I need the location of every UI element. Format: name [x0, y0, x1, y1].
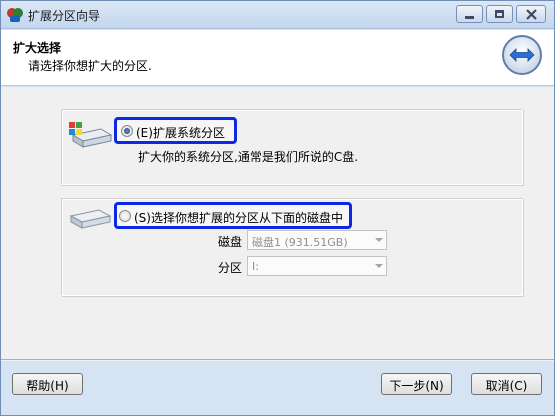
- extend-system-description: 扩大你的系统分区,通常是我们所说的C盘.: [138, 150, 359, 164]
- next-button[interactable]: 下一步(N): [381, 373, 452, 395]
- window-title: 扩展分区向导: [28, 9, 101, 23]
- title-bar: 扩展分区向导: [1, 1, 554, 29]
- disk-icon: [69, 209, 112, 229]
- partition-select[interactable]: I:: [247, 256, 387, 276]
- partition-select-value: I:: [252, 260, 259, 273]
- minimize-button[interactable]: [456, 5, 483, 23]
- page-title: 扩大选择: [13, 41, 62, 55]
- minimize-icon: [465, 16, 474, 19]
- footer-divider: [1, 359, 554, 361]
- system-disk-icon: [69, 122, 113, 148]
- select-partition-label[interactable]: (S)选择你想扩展的分区从下面的磁盘中: [134, 209, 343, 226]
- help-button[interactable]: 帮助(H): [12, 373, 83, 395]
- disk-select-value: 磁盘1 (931.51GB): [252, 236, 348, 249]
- disk-field-label: 磁盘: [218, 235, 243, 249]
- app-icon: [7, 8, 23, 22]
- extend-system-radio[interactable]: [121, 125, 133, 137]
- maximize-button[interactable]: [486, 5, 513, 23]
- close-button[interactable]: [516, 5, 546, 23]
- wizard-content: (E)扩展系统分区 扩大你的系统分区,通常是我们所说的C盘. (S)选择你想扩展…: [1, 87, 554, 359]
- close-icon: [525, 8, 537, 20]
- page-subtitle: 请选择你想扩大的分区.: [28, 59, 152, 73]
- chevron-down-icon: [375, 264, 383, 268]
- disk-select[interactable]: 磁盘1 (931.51GB): [247, 230, 387, 250]
- extend-partition-icon: [502, 35, 542, 75]
- select-partition-radio[interactable]: [119, 210, 131, 222]
- wizard-header: 扩大选择 请选择你想扩大的分区.: [1, 30, 554, 86]
- chevron-down-icon: [375, 238, 383, 242]
- maximize-icon: [495, 10, 504, 18]
- extend-system-label[interactable]: (E)扩展系统分区: [136, 124, 225, 141]
- partition-field-label: 分区: [218, 261, 243, 275]
- wizard-window: 扩展分区向导 扩大选择 请选择你想扩大的分区. (E)扩展系统分区 扩大你的系统…: [0, 0, 555, 416]
- cancel-button[interactable]: 取消(C): [471, 373, 542, 395]
